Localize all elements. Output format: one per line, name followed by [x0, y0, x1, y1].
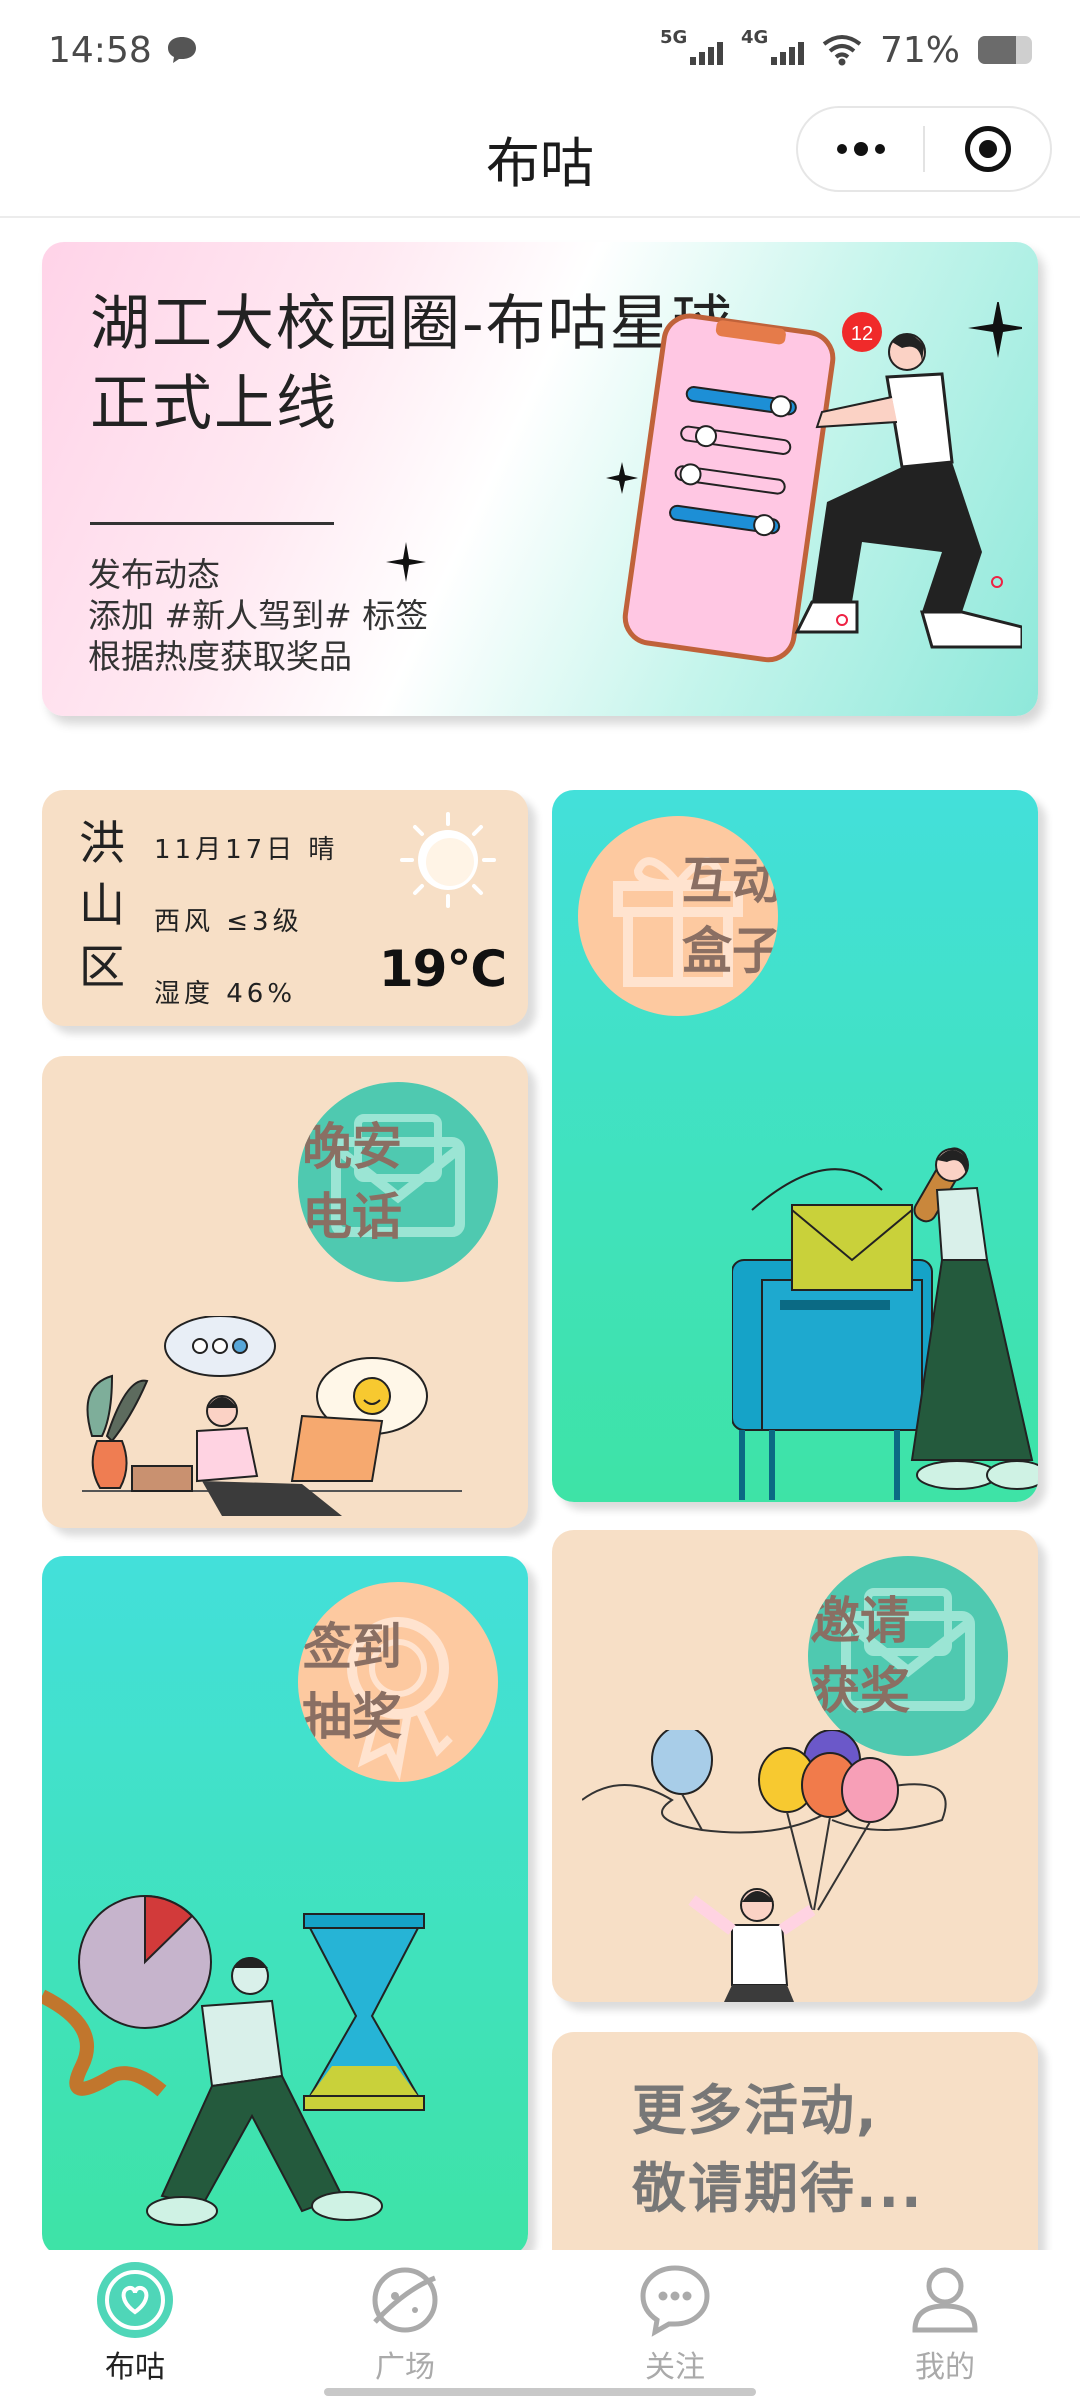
more-dots-icon: [836, 142, 885, 156]
signal-4g-icon: 4G: [741, 27, 804, 65]
more-button[interactable]: [798, 108, 923, 190]
weather-humidity: 湿度 46%: [154, 979, 297, 1009]
battery-percent: 71%: [879, 29, 960, 71]
nav-bar: 布咕: [0, 100, 1080, 218]
status-bar: 14:58 5G 4G 71%: [0, 0, 1080, 100]
banner-divider: [90, 522, 334, 525]
battery-icon: [978, 36, 1032, 64]
invite-reward-card[interactable]: 邀请 获奖: [552, 1530, 1038, 2002]
bottom-tab-bar: 布咕 广场 关注 我的: [0, 2250, 1080, 2400]
banner-description: 发布动态 添加 #新人驾到# 标签 根据热度获取奖品: [88, 555, 429, 676]
svg-text:12: 12: [851, 323, 873, 345]
girl-laptop-illustration: [82, 1316, 462, 1516]
invite-badge: 邀请 获奖: [808, 1556, 1008, 1756]
planet-icon: [372, 2267, 438, 2333]
weather-info: 11月17日 晴 西风 ≤3级 湿度 46%: [154, 814, 338, 1026]
weather-card: 洪 山 区 11月17日 晴 西风 ≤3级 湿度 46% 19℃: [42, 790, 528, 1026]
more-activities-text: 更多活动, 敬请期待...: [632, 2079, 924, 2220]
running-hourglass-illustration: [42, 1894, 425, 2226]
weather-location: 洪 山 区: [79, 816, 125, 994]
signin-lottery-card[interactable]: 签到 抽奖: [42, 1556, 528, 2256]
chat-bubble-icon: [640, 2265, 710, 2337]
status-time-group: 14:58: [48, 30, 198, 71]
target-icon: [964, 126, 1011, 172]
tab-bugu-label: 布咕: [105, 2350, 165, 2385]
weather-temperature: 19℃: [378, 940, 507, 998]
weather-date: 11月17日 晴: [154, 835, 339, 865]
status-time: 14:58: [48, 29, 152, 71]
mailbox-illustration: [732, 1147, 1038, 1500]
tab-bugu[interactable]: 布咕: [0, 2250, 270, 2400]
miniprogram-capsule: [796, 106, 1052, 192]
sparkle-icon: [386, 542, 426, 582]
goodnight-badge: 晚安 电话: [298, 1082, 498, 1282]
user-icon: [912, 2267, 978, 2333]
signin-label: 签到 抽奖: [302, 1618, 402, 1746]
invite-label: 邀请 获奖: [810, 1592, 910, 1720]
heart-home-icon: [97, 2262, 173, 2338]
interactive-box-card[interactable]: 互动 盒子: [552, 790, 1038, 1502]
tab-follow[interactable]: 关注: [540, 2250, 810, 2400]
status-icons: 5G 4G 71%: [660, 27, 1032, 71]
sun-icon: [400, 812, 496, 908]
balloons-illustration: [582, 1730, 947, 2002]
phone-person-illustration: 12: [606, 302, 1022, 663]
goodnight-call-card[interactable]: 晚安 电话: [42, 1056, 528, 1528]
promo-banner[interactable]: 湖工大校园圈-布咕星球 正式上线 发布动态 添加 #新人驾到# 标签 根据热度获…: [42, 242, 1038, 716]
signal-5g-icon: 5G: [660, 27, 723, 65]
tab-mine-label: 我的: [915, 2350, 975, 2385]
goodnight-label: 晚安 电话: [302, 1118, 402, 1246]
weather-wind: 西风 ≤3级: [154, 907, 303, 937]
close-miniprogram-button[interactable]: [925, 108, 1050, 190]
tab-square[interactable]: 广场: [270, 2250, 540, 2400]
box-label: 互动 盒子: [682, 852, 778, 980]
message-icon: [167, 37, 196, 63]
wifi-icon: [822, 35, 862, 66]
tab-mine[interactable]: 我的: [810, 2250, 1080, 2400]
home-indicator: [324, 2388, 756, 2396]
tab-follow-label: 关注: [645, 2350, 705, 2385]
signin-badge: 签到 抽奖: [298, 1582, 498, 1782]
tab-square-label: 广场: [375, 2350, 435, 2385]
box-badge: 互动 盒子: [578, 816, 778, 1016]
